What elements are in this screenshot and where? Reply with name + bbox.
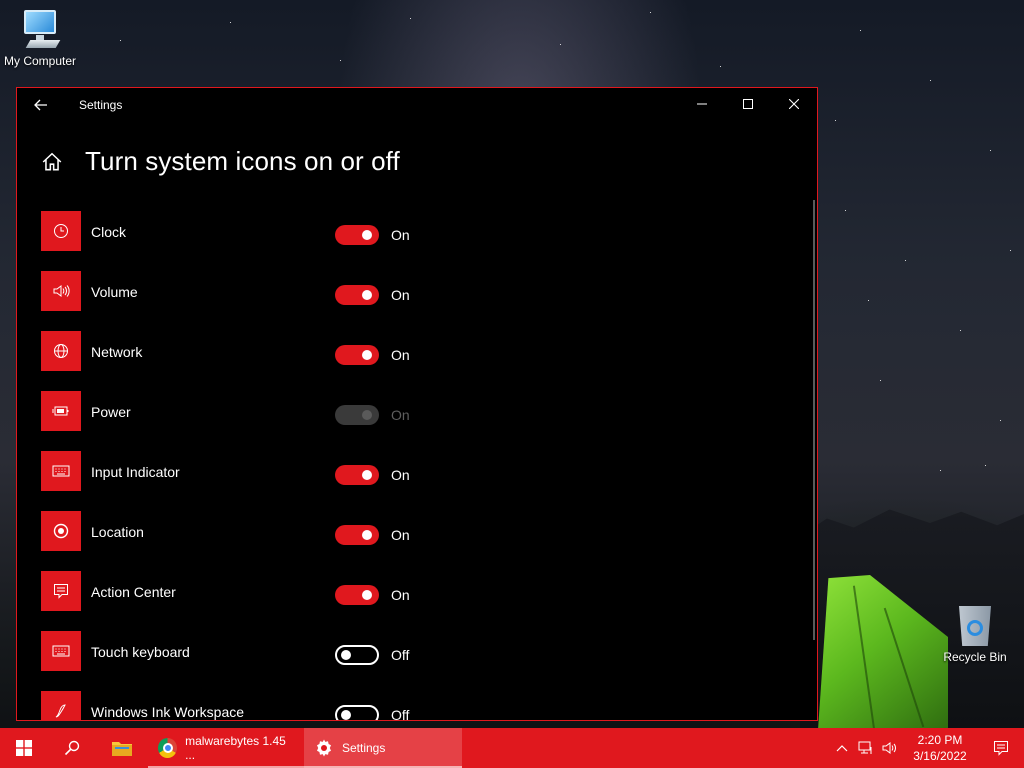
list-item-clock: Clock On <box>41 211 461 271</box>
maximize-button[interactable] <box>725 88 771 120</box>
file-explorer-button[interactable] <box>96 728 148 768</box>
folder-icon <box>112 742 132 756</box>
taskbar-app-label: malwarebytes 1.45 ... <box>185 734 286 762</box>
list-item-power: Power On <box>41 391 461 451</box>
item-label: Volume <box>91 284 138 300</box>
toggle-state: On <box>391 287 410 303</box>
system-tray: 2:20 PM 3/16/2022 <box>830 728 1024 768</box>
title-bar: Settings <box>17 88 817 122</box>
toggle-state: On <box>391 227 410 243</box>
globe-icon <box>41 331 81 371</box>
start-button[interactable] <box>0 728 48 768</box>
network-tray-button[interactable] <box>854 728 878 768</box>
minimize-button[interactable] <box>679 88 725 120</box>
item-label: Touch keyboard <box>91 644 190 660</box>
windows-ink-workspace-toggle[interactable] <box>335 705 379 720</box>
window-title: Settings <box>79 98 123 112</box>
list-item-network: Network On <box>41 331 461 391</box>
list-item-windows-ink-workspace: Windows Ink Workspace Off <box>41 691 461 721</box>
toggle-state: On <box>391 467 410 483</box>
desktop-icon-label: My Computer <box>3 54 77 68</box>
list-item-action-center: Action Center On <box>41 571 461 631</box>
page-title: Turn system icons on or off <box>85 146 400 176</box>
action-center-icon <box>41 571 81 611</box>
close-icon <box>789 99 799 109</box>
action-center-toggle[interactable] <box>335 585 379 605</box>
network-icon <box>858 741 872 754</box>
taskbar-app-chrome[interactable]: malwarebytes 1.45 ... <box>148 728 304 768</box>
gear-icon <box>317 739 331 757</box>
power-toggle <box>335 405 379 425</box>
desktop-icon-label: Recycle Bin <box>943 650 1007 664</box>
network-toggle[interactable] <box>335 345 379 365</box>
volume-toggle[interactable] <box>335 285 379 305</box>
battery-icon <box>41 391 81 431</box>
back-button[interactable] <box>17 88 65 122</box>
item-label: Power <box>91 404 131 420</box>
item-label: Action Center <box>91 584 176 600</box>
item-label: Windows Ink Workspace <box>91 704 245 720</box>
taskbar: malwarebytes 1.45 ... Settings 2:20 PM 3… <box>0 728 1024 768</box>
location-icon <box>41 511 81 551</box>
clock-icon <box>41 211 81 251</box>
speaker-icon <box>882 742 896 754</box>
action-center-button[interactable] <box>978 728 1024 768</box>
notification-icon <box>994 741 1008 756</box>
show-hidden-icons-button[interactable] <box>830 728 854 768</box>
list-item-touch-keyboard: Touch keyboard Off <box>41 631 461 691</box>
item-label: Network <box>91 344 143 360</box>
volume-icon <box>41 271 81 311</box>
item-label: Location <box>91 524 144 540</box>
touch-keyboard-icon <box>41 631 81 671</box>
close-button[interactable] <box>771 88 817 120</box>
system-icons-list: Clock On Volume On Network On Power On I… <box>41 211 461 721</box>
chevron-up-icon <box>836 745 848 752</box>
taskbar-app-settings[interactable]: Settings <box>304 728 462 768</box>
scrollbar[interactable] <box>813 200 815 640</box>
toggle-state: Off <box>391 707 410 721</box>
input-indicator-toggle[interactable] <box>335 465 379 485</box>
list-item-volume: Volume On <box>41 271 461 331</box>
item-label: Input Indicator <box>91 464 180 480</box>
list-item-location: Location On <box>41 511 461 571</box>
toggle-state: On <box>391 527 410 543</box>
keyboard-icon <box>41 451 81 491</box>
computer-icon <box>20 8 61 50</box>
search-button[interactable] <box>48 728 96 768</box>
desktop-icon-recycle-bin[interactable]: Recycle Bin <box>935 602 1015 664</box>
toggle-state: Off <box>391 647 410 663</box>
volume-tray-button[interactable] <box>878 728 902 768</box>
toggle-state: On <box>391 587 410 603</box>
desktop-icon-my-computer[interactable]: My Computer <box>0 8 80 68</box>
clock-time: 2:20 PM <box>917 733 963 747</box>
taskbar-clock[interactable]: 2:20 PM 3/16/2022 <box>902 732 978 764</box>
recycle-bin-icon <box>955 602 995 646</box>
toggle-state: On <box>391 407 410 423</box>
clock-date: 3/16/2022 <box>913 749 967 763</box>
search-icon <box>64 740 80 756</box>
item-label: Clock <box>91 224 127 240</box>
back-arrow-icon <box>34 99 47 111</box>
maximize-icon <box>743 99 753 109</box>
list-item-input-indicator: Input Indicator On <box>41 451 461 511</box>
windows-logo-icon <box>16 740 32 756</box>
chrome-icon <box>158 738 178 758</box>
taskbar-app-label: Settings <box>342 741 386 755</box>
toggle-state: On <box>391 347 410 363</box>
settings-window: Settings Turn system icons on or off Clo… <box>16 87 818 721</box>
clock-toggle[interactable] <box>335 225 379 245</box>
home-icon[interactable] <box>41 151 63 173</box>
touch-keyboard-toggle[interactable] <box>335 645 379 665</box>
location-toggle[interactable] <box>335 525 379 545</box>
pen-icon <box>41 691 81 720</box>
minimize-icon <box>697 103 707 105</box>
